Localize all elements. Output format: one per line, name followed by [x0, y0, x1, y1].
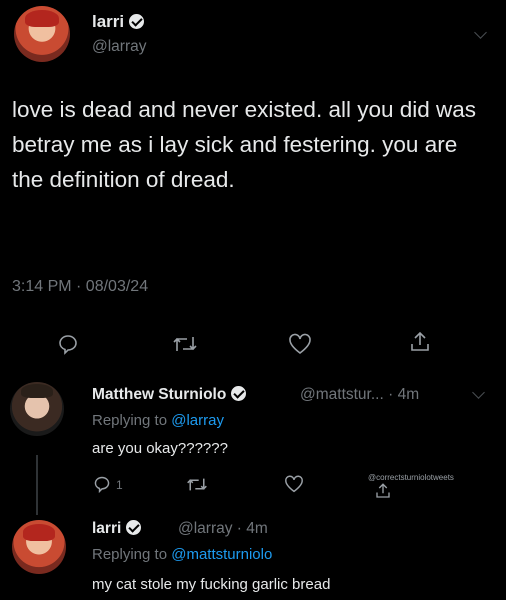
- reply2-handle[interactable]: @larray · 4m: [178, 520, 268, 538]
- verified-icon: [129, 14, 145, 29]
- avatar-larri[interactable]: [12, 520, 66, 574]
- retweet-icon[interactable]: [186, 476, 208, 493]
- reply1-text: are you okay??????: [92, 440, 228, 457]
- author-name-text[interactable]: larri: [92, 12, 124, 31]
- reply2-text: my cat stole my fucking garlic bread: [92, 576, 331, 593]
- chevron-down-icon[interactable]: [474, 26, 487, 39]
- reply1-author-name[interactable]: Matthew Sturniolo: [92, 386, 226, 403]
- tweet-timestamp[interactable]: 3:14 PM · 08/03/24: [12, 278, 148, 296]
- verified-icon: [231, 386, 247, 401]
- share-icon[interactable]: [408, 330, 432, 354]
- like-icon[interactable]: [284, 475, 304, 493]
- chevron-down-icon[interactable]: [472, 386, 485, 399]
- reply1-time: · 4m: [388, 386, 420, 403]
- reply2-author[interactable]: larri: [92, 520, 142, 538]
- retweet-icon[interactable]: [172, 334, 198, 354]
- replying-prefix: Replying to: [92, 412, 172, 429]
- author-handle[interactable]: @larray: [92, 38, 147, 56]
- reply1-handle-text[interactable]: @mattstur...: [300, 386, 384, 403]
- reply-icon[interactable]: [56, 333, 80, 355]
- share-icon[interactable]: [374, 482, 392, 500]
- reply2-replying-to: Replying to @mattsturniolo: [92, 546, 272, 563]
- reply-icon[interactable]: [92, 475, 112, 493]
- replying-prefix: Replying to: [92, 546, 172, 563]
- like-icon[interactable]: [288, 333, 312, 355]
- avatar-matthew[interactable]: [10, 382, 64, 436]
- verified-icon: [126, 520, 142, 535]
- reply1-handle[interactable]: @mattstur... · 4m: [300, 386, 419, 404]
- replying-to-link[interactable]: @larray: [171, 412, 224, 429]
- thread-line: [36, 455, 38, 515]
- reply-count: 1: [116, 478, 123, 492]
- watermark: @correctsturniolotweets: [368, 473, 454, 482]
- reply2-author-name[interactable]: larri: [92, 520, 121, 537]
- reply1-replying-to: Replying to @larray: [92, 412, 224, 429]
- reply1-author[interactable]: Matthew Sturniolo: [92, 386, 247, 404]
- tweet-text: love is dead and never existed. all you …: [12, 97, 477, 192]
- replying-to-link[interactable]: @mattsturniolo: [171, 546, 272, 563]
- avatar-larri[interactable]: [14, 6, 70, 62]
- author-name[interactable]: larri: [92, 12, 145, 32]
